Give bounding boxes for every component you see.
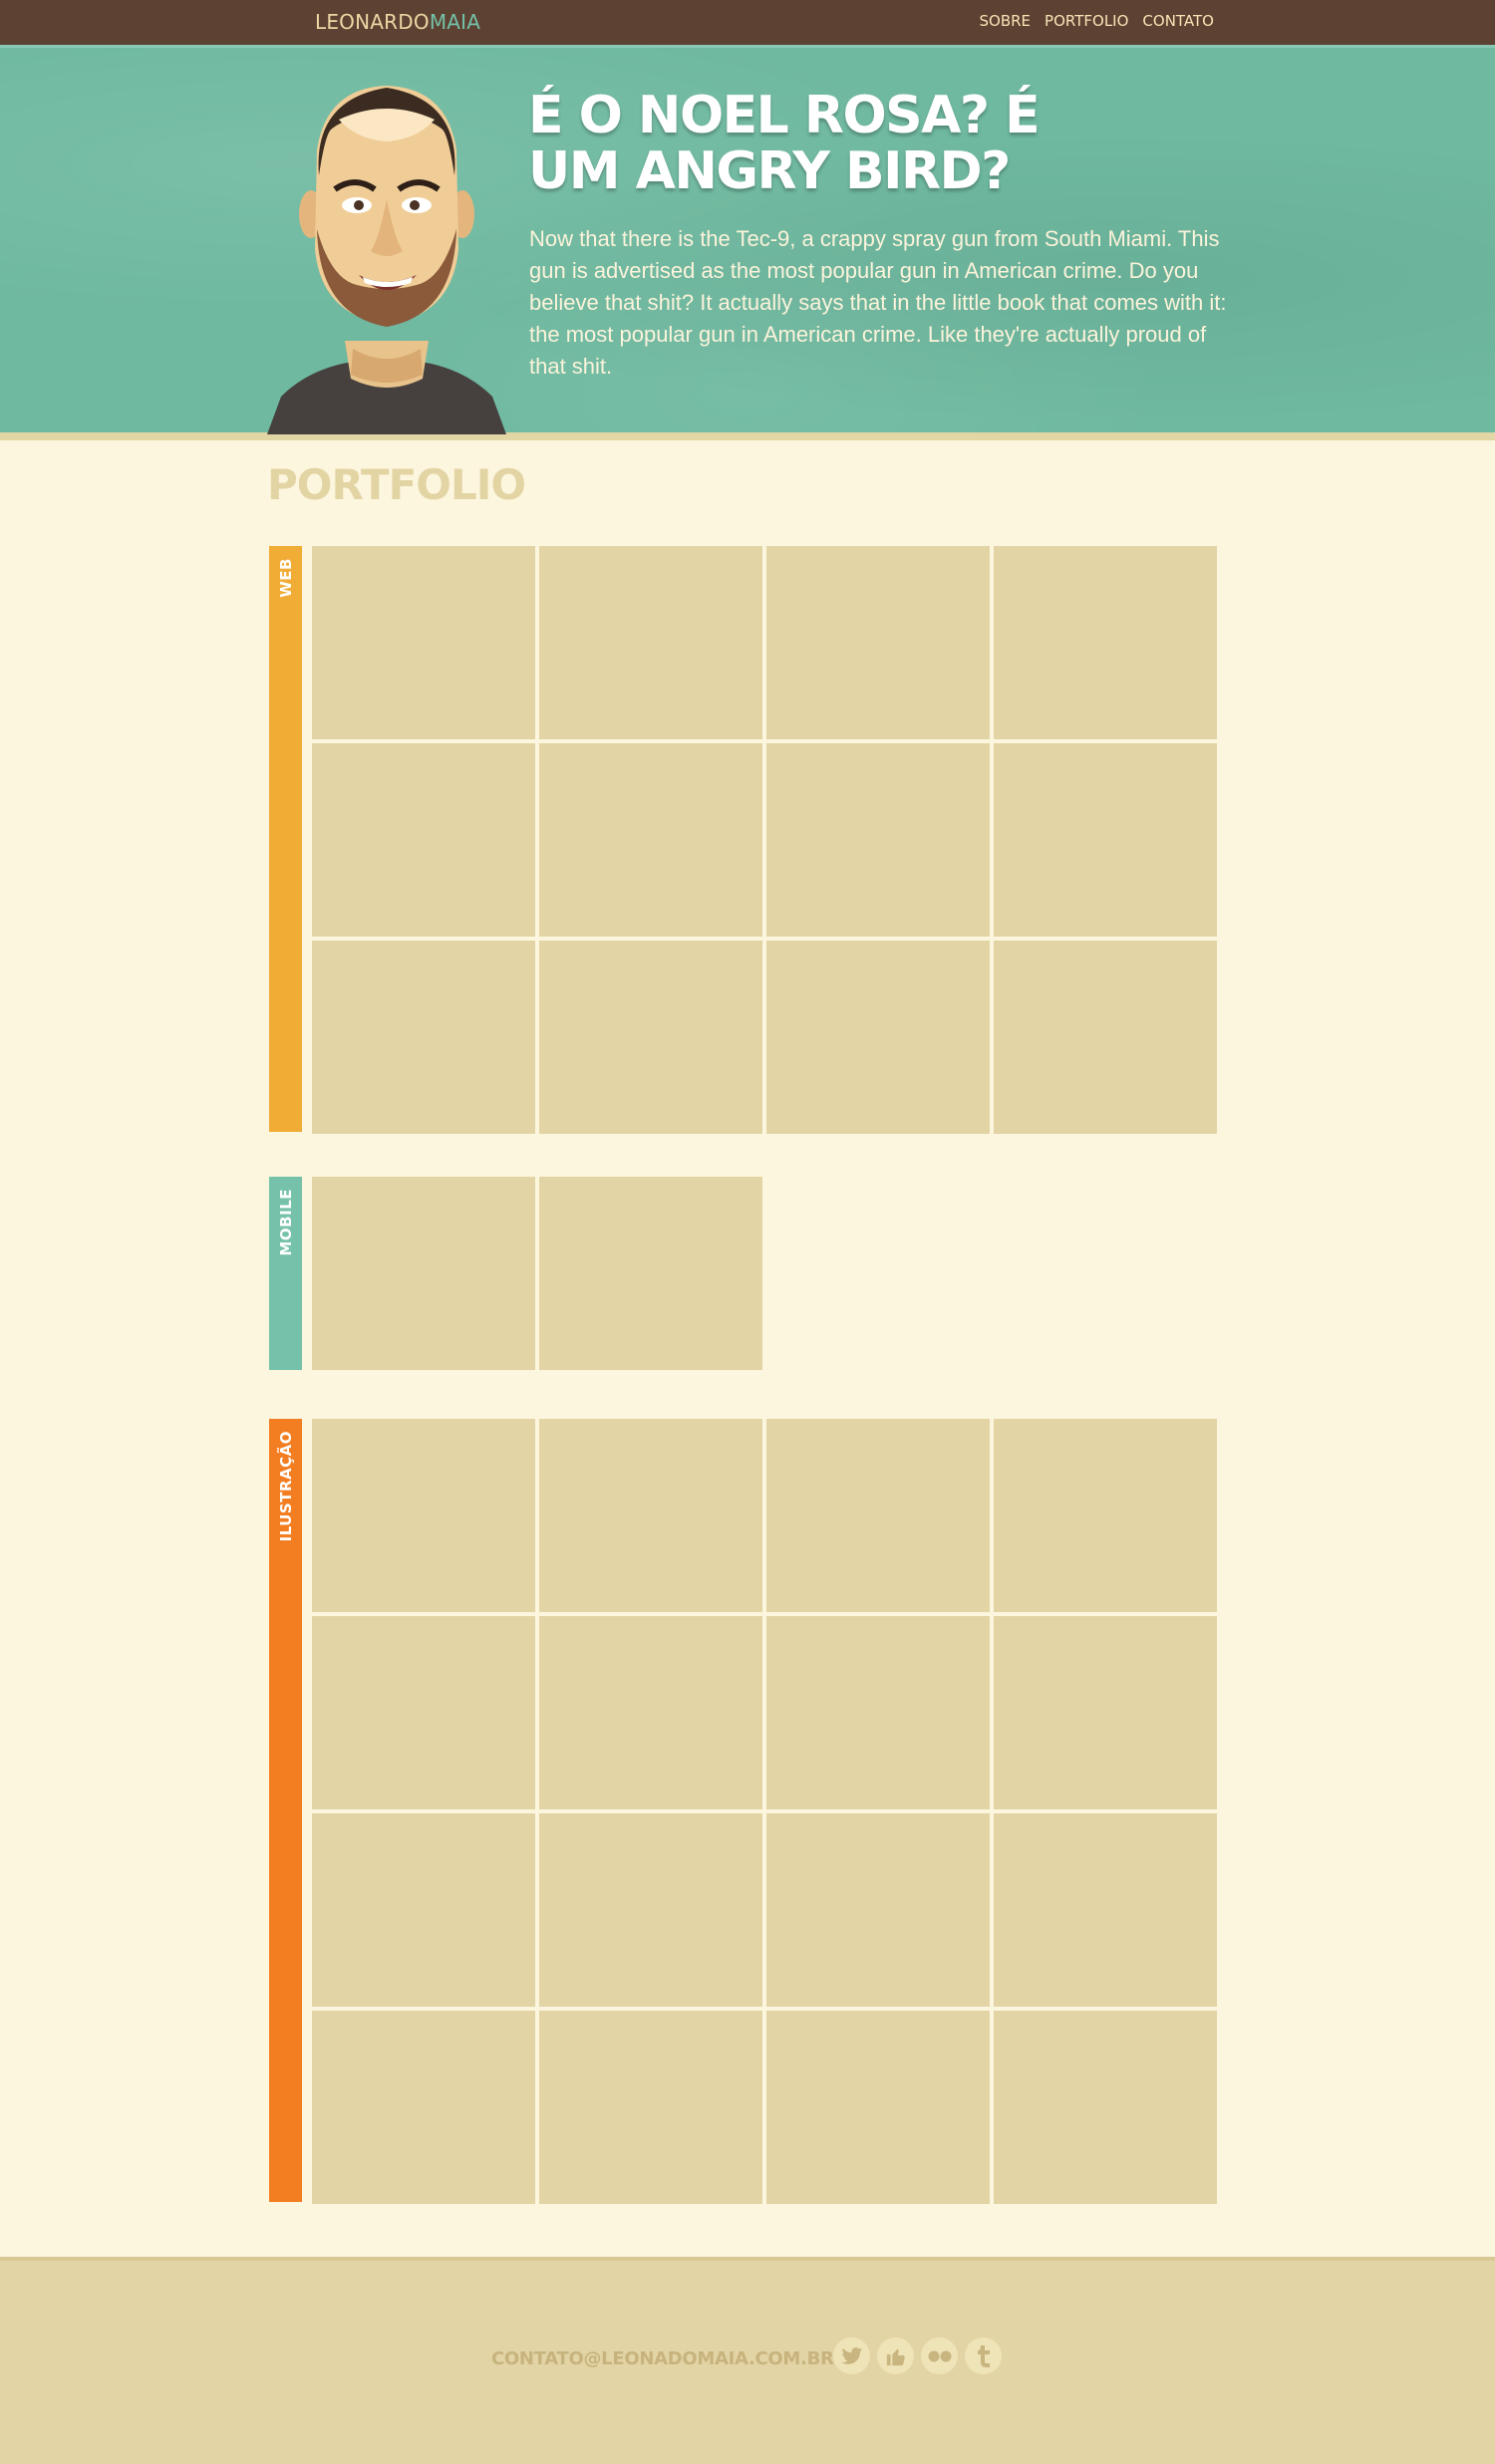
- portfolio-tile[interactable]: [766, 2011, 990, 2204]
- tumblr-link[interactable]: [965, 2337, 1002, 2374]
- portfolio-tile[interactable]: [994, 941, 1217, 1134]
- like-icon: [886, 2348, 905, 2365]
- portfolio-tile[interactable]: [539, 743, 762, 937]
- portfolio-tile[interactable]: [312, 2011, 535, 2204]
- portfolio-tile[interactable]: [994, 743, 1217, 937]
- portfolio-tile[interactable]: [312, 743, 535, 937]
- twitter-icon: [840, 2346, 862, 2364]
- portfolio-title: PORTFOLIO: [267, 460, 526, 509]
- portfolio-tile[interactable]: [539, 1419, 762, 1612]
- nav-portfolio[interactable]: PORTFOLIO: [1045, 12, 1128, 30]
- mobile-grid: [312, 1177, 1217, 1370]
- section-label-web: WEB: [277, 558, 295, 598]
- portfolio-tile[interactable]: [994, 546, 1217, 739]
- nav-contato[interactable]: CONTATO: [1142, 12, 1214, 30]
- like-link[interactable]: [877, 2337, 914, 2374]
- portfolio-tile[interactable]: [539, 941, 762, 1134]
- portfolio-tile[interactable]: [766, 941, 990, 1134]
- portfolio-tile[interactable]: [994, 1813, 1217, 2007]
- portfolio-tile[interactable]: [312, 1177, 535, 1370]
- portfolio-tile[interactable]: [994, 1616, 1217, 1809]
- ilustracao-grid: [312, 1419, 1217, 2204]
- section-tab-ilustracao: ILUSTRAÇÃO: [269, 1419, 302, 2202]
- web-grid: [312, 546, 1217, 1134]
- portfolio-tile[interactable]: [994, 2011, 1217, 2204]
- portfolio-tile[interactable]: [539, 1177, 762, 1370]
- section-label-ilustracao: ILUSTRAÇÃO: [277, 1431, 295, 1542]
- portfolio-tile[interactable]: [312, 1419, 535, 1612]
- portfolio-tile[interactable]: [312, 941, 535, 1134]
- portfolio-tile[interactable]: [994, 1419, 1217, 1612]
- section-label-mobile: MOBILE: [277, 1189, 295, 1256]
- social-links: [833, 2337, 1002, 2374]
- flickr-icon: [928, 2350, 951, 2361]
- portfolio-tile[interactable]: [766, 546, 990, 739]
- portfolio-tile[interactable]: [539, 1813, 762, 2007]
- tumblr-icon: [977, 2344, 990, 2367]
- portfolio-tile[interactable]: [312, 546, 535, 739]
- logo-last-name: MAIA: [429, 10, 481, 34]
- portfolio-tile[interactable]: [539, 546, 762, 739]
- footer: CONTATO@LEONADOMAIA.COM.BR: [0, 2257, 1495, 2464]
- nav-sobre[interactable]: SOBRE: [980, 12, 1032, 30]
- portfolio-tile[interactable]: [312, 1616, 535, 1809]
- section-tab-mobile: MOBILE: [269, 1177, 302, 1370]
- hero-divider: [0, 432, 1495, 440]
- portfolio-tile[interactable]: [766, 1813, 990, 2007]
- site-logo[interactable]: LEONARDOMAIA: [315, 10, 480, 34]
- section-tab-web: WEB: [269, 546, 302, 1132]
- portfolio-tile[interactable]: [766, 1616, 990, 1809]
- top-bar: LEONARDOMAIA SOBRE PORTFOLIO CONTATO: [0, 0, 1495, 45]
- hero-title: É O NOEL ROSA? É UM ANGRY BIRD?: [528, 86, 1041, 201]
- portfolio-tile[interactable]: [766, 1419, 990, 1612]
- portfolio-tile[interactable]: [539, 1616, 762, 1809]
- portfolio-tile[interactable]: [539, 2011, 762, 2204]
- twitter-link[interactable]: [833, 2337, 870, 2374]
- hero-text: Now that there is the Tec-9, a crappy sp…: [529, 226, 1227, 379]
- logo-first-name: LEONARDO: [315, 10, 430, 34]
- portfolio-tile[interactable]: [312, 1813, 535, 2007]
- flickr-link[interactable]: [921, 2337, 958, 2374]
- main-nav: SOBRE PORTFOLIO CONTATO: [980, 12, 1214, 30]
- contact-email-link[interactable]: CONTATO@LEONADOMAIA.COM.BR: [491, 2348, 834, 2369]
- caricature-portrait: [267, 86, 506, 434]
- portfolio-tile[interactable]: [766, 743, 990, 937]
